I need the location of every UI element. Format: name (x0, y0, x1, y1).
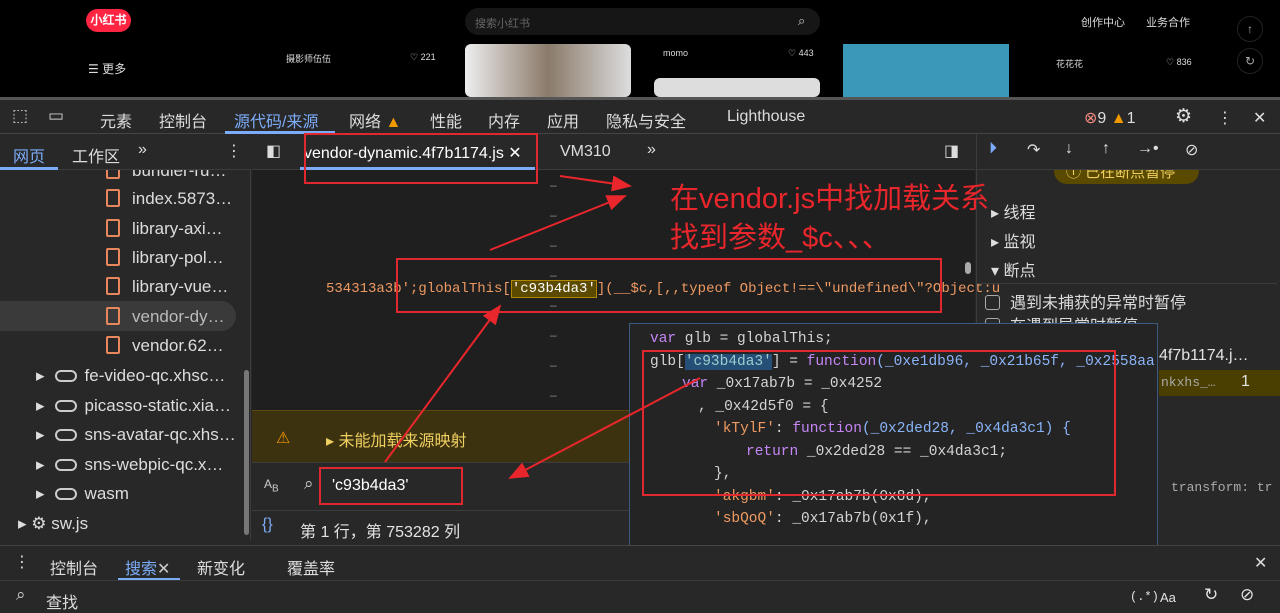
arrow (560, 176, 630, 186)
annotation-arrows (0, 0, 1280, 609)
arrow (490, 196, 625, 250)
arrow (510, 378, 700, 478)
arrow (385, 306, 500, 462)
